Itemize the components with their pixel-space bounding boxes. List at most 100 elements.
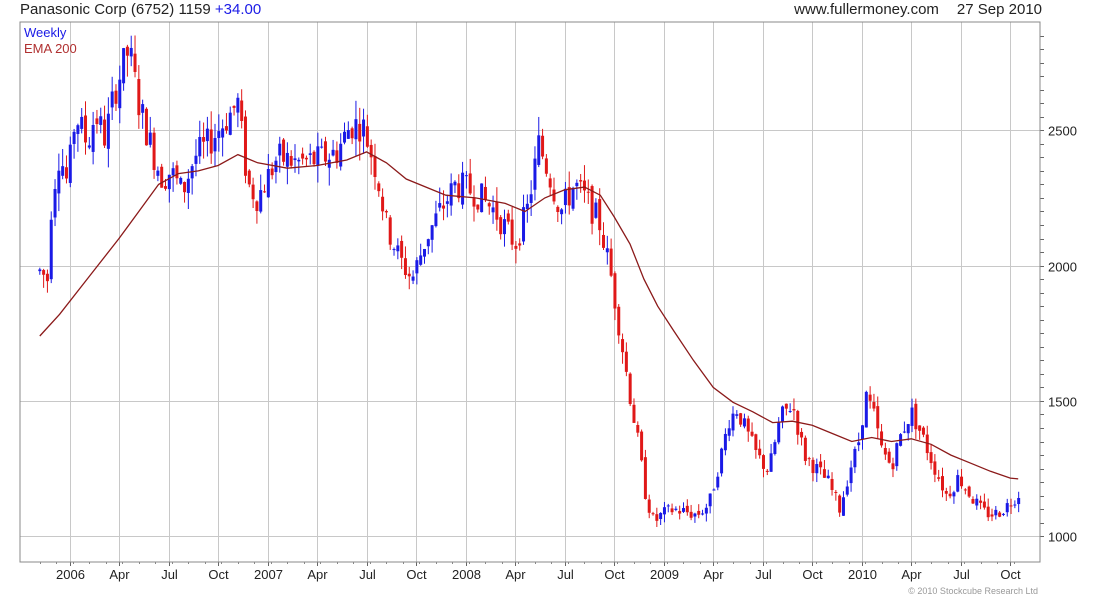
candle-body-up [910, 407, 914, 426]
candle-body-up [419, 255, 423, 265]
candle-body-down [243, 116, 247, 176]
x-tick-label: Oct [208, 567, 229, 582]
candle-body-up [659, 512, 663, 520]
candle-body-down [811, 459, 815, 474]
candle-body-down [282, 139, 286, 162]
x-tick-label: Apr [505, 567, 526, 582]
candle-body-down [160, 166, 164, 188]
candle-body-down [400, 240, 404, 258]
candle-body-up [605, 248, 609, 253]
candle-body-down [556, 206, 560, 213]
candle-body-up [68, 144, 72, 183]
candle-body-up [704, 507, 708, 514]
candle-body-up [716, 476, 720, 488]
x-tick-label: 2008 [452, 567, 481, 582]
candle-body-down [628, 373, 632, 404]
candle-body-down [655, 514, 659, 521]
candle-body-down [609, 248, 613, 276]
candle-body-up [781, 406, 785, 422]
candle-body-down [819, 461, 823, 468]
candle-body-up [80, 116, 84, 129]
candle-body-up [396, 245, 400, 252]
candle-body-down [807, 458, 811, 460]
candle-body-down [541, 135, 545, 157]
candle-body-down [579, 180, 583, 182]
candle-body-down [312, 151, 316, 165]
candle-body-up [773, 442, 777, 454]
x-tick-label: Oct [1000, 567, 1021, 582]
candle-body-up [99, 116, 103, 125]
candle-body-up [426, 239, 430, 247]
candle-body-down [613, 273, 617, 309]
candle-body-down [403, 258, 407, 276]
candle-body-down [301, 153, 305, 159]
candle-body-up [438, 203, 442, 208]
candle-body-down [133, 53, 137, 72]
candle-body-down [990, 514, 994, 517]
candle-body-up [308, 153, 312, 155]
candle-body-down [373, 156, 377, 178]
candle-body-up [228, 112, 232, 135]
candle-body-up [118, 79, 122, 109]
candle-body-down [137, 79, 141, 116]
candle-body-down [472, 198, 476, 207]
candle-body-down [114, 90, 118, 104]
candle-body-down [880, 431, 884, 446]
candle-body-down [822, 469, 826, 478]
candle-body-down [872, 402, 876, 409]
candle-body-up [769, 453, 773, 472]
candle-body-down [933, 461, 937, 475]
x-tick-label: Apr [109, 567, 130, 582]
candle-body-up [91, 124, 95, 152]
candle-body-up [148, 132, 152, 145]
candle-body-down [84, 115, 88, 143]
candle-body-up [434, 213, 438, 227]
legend-ema: EMA 200 [24, 41, 77, 56]
candle-body-down [388, 217, 392, 245]
x-tick-label: Oct [802, 567, 823, 582]
candle-body-up [339, 143, 343, 167]
candle-body-down [586, 191, 590, 193]
candle-body-up [76, 125, 80, 135]
candle-body-down [944, 491, 948, 494]
candle-body-up [1017, 497, 1021, 505]
candle-body-up [430, 225, 434, 240]
candle-body-down [270, 168, 274, 176]
candle-body-up [453, 181, 457, 186]
candle-body-down [232, 105, 236, 108]
candle-body-up [49, 219, 53, 280]
candle-body-down [582, 180, 586, 191]
y-tick-label: 2500 [1048, 124, 1077, 139]
candle-body-up [354, 119, 358, 140]
candle-body-up [141, 104, 145, 113]
x-tick-label: Apr [901, 567, 922, 582]
candle-body-down [979, 500, 983, 503]
candle-body-down [289, 155, 293, 166]
candle-body-up [815, 464, 819, 474]
candle-body-up [537, 135, 541, 165]
candle-body-down [384, 211, 388, 213]
candle-body-down [948, 493, 952, 497]
candle-body-up [1001, 513, 1005, 515]
candle-body-down [64, 167, 68, 179]
candle-body-down [45, 273, 49, 282]
candle-body-down [617, 306, 621, 336]
candle-body-up [720, 448, 724, 474]
candle-body-down [506, 213, 510, 222]
candle-body-up [861, 425, 865, 440]
candle-body-up [236, 97, 240, 113]
candle-body-up [522, 207, 526, 242]
candle-body-up [266, 169, 270, 198]
candle-body-down [442, 205, 446, 209]
candle-body-up [788, 411, 792, 413]
candle-body-up [87, 145, 91, 148]
candle-body-down [784, 403, 788, 409]
candle-body-up [742, 418, 746, 427]
candle-body-up [480, 183, 484, 213]
candle-body-up [392, 249, 396, 251]
x-tick-label: 2009 [650, 567, 679, 582]
candle-body-up [857, 442, 861, 446]
candle-body-down [358, 123, 362, 142]
candle-body-up [179, 177, 183, 184]
x-tick-label: Jul [953, 567, 970, 582]
